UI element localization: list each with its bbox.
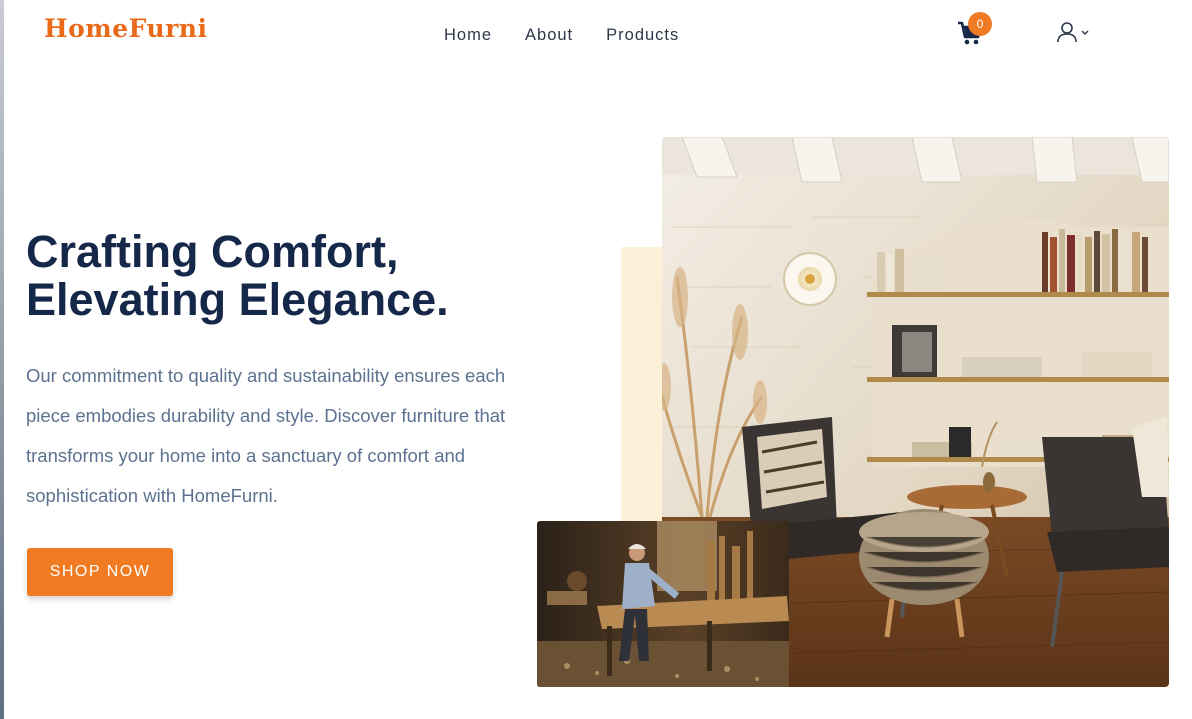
hero-heading-line1: Crafting Comfort, [26,226,399,277]
nav-home-link[interactable]: Home [444,26,492,45]
nav-products-link[interactable]: Products [606,26,679,45]
cart-count-badge: 0 [968,12,992,36]
main-nav: Home About Products [444,26,679,45]
brand-logo[interactable]: HomeFurni [44,14,207,43]
nav-about-link[interactable]: About [525,26,573,45]
window-edge [0,0,4,719]
user-menu[interactable] [1056,21,1090,43]
user-icon [1057,22,1077,43]
hero-description: Our commitment to quality and sustainabi… [26,365,506,506]
hero-heading: Crafting Comfort, Elevating Elegance. [26,228,546,324]
shop-now-button[interactable]: SHOP NOW [27,548,173,596]
hero-heading-line2: Elevating Elegance. [26,274,449,325]
site-header: HomeFurni Home About Products [4,0,1192,70]
chevron-down-icon [1081,30,1089,35]
craftsman-workshop-image [537,521,789,687]
